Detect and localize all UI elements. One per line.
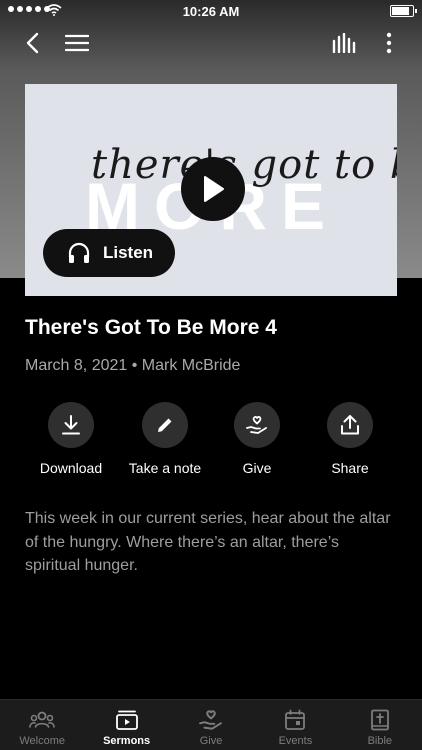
nav-bar — [0, 26, 422, 62]
listen-button[interactable]: Listen — [43, 229, 175, 277]
more-options-button[interactable] — [372, 26, 406, 60]
give-heart-icon — [246, 416, 267, 434]
listen-label: Listen — [103, 243, 154, 262]
give-circle — [234, 402, 280, 448]
status-time: 10:26 AM — [182, 4, 240, 19]
sermon-meta: March 8, 2021 • Mark McBride — [25, 357, 241, 374]
share-icon — [341, 415, 359, 435]
share-button[interactable]: Share — [295, 402, 405, 476]
tab-events-label: Events — [278, 735, 313, 747]
battery-icon — [390, 5, 417, 17]
share-circle — [327, 402, 373, 448]
hamburger-icon — [65, 34, 89, 52]
tab-bible-label: Bible — [367, 735, 393, 747]
sermon-artwork: MORE there's got to be Listen — [25, 84, 397, 296]
tab-welcome[interactable]: Welcome — [0, 700, 84, 750]
sermon-description: This week in our current series, hear ab… — [25, 510, 391, 574]
tab-sermons-label: Sermons — [103, 735, 151, 747]
audio-bars-icon — [332, 33, 356, 53]
headphones-icon — [67, 242, 91, 264]
download-circle — [48, 402, 94, 448]
tab-welcome-label: Welcome — [19, 735, 66, 747]
give-heart-icon — [199, 708, 223, 732]
tab-bible[interactable]: Bible — [338, 700, 422, 750]
bible-icon — [370, 708, 390, 732]
tab-events[interactable]: Events — [253, 700, 337, 750]
menu-button[interactable] — [60, 26, 94, 60]
download-icon — [62, 415, 80, 435]
tab-bar: Welcome Sermons Give Events Bible — [0, 699, 422, 750]
play-button[interactable] — [181, 157, 245, 221]
people-icon — [29, 708, 56, 732]
audio-levels-button[interactable] — [327, 26, 361, 60]
take-note-circle — [142, 402, 188, 448]
back-button[interactable] — [15, 26, 49, 60]
sermons-icon — [115, 708, 139, 732]
tab-sermons[interactable]: Sermons — [84, 700, 168, 750]
status-bar: 10:26 AM — [0, 0, 422, 22]
chevron-left-icon — [26, 32, 39, 54]
share-label: Share — [331, 460, 369, 476]
tab-give-label: Give — [199, 735, 223, 747]
play-icon — [204, 176, 224, 202]
tab-give[interactable]: Give — [169, 700, 253, 750]
pencil-icon — [158, 418, 172, 432]
sermon-title: There's Got To Be More 4 — [25, 316, 277, 339]
calendar-icon — [284, 708, 306, 732]
more-vertical-icon — [386, 32, 392, 54]
action-row: Download Take a note Give Share — [0, 402, 422, 482]
